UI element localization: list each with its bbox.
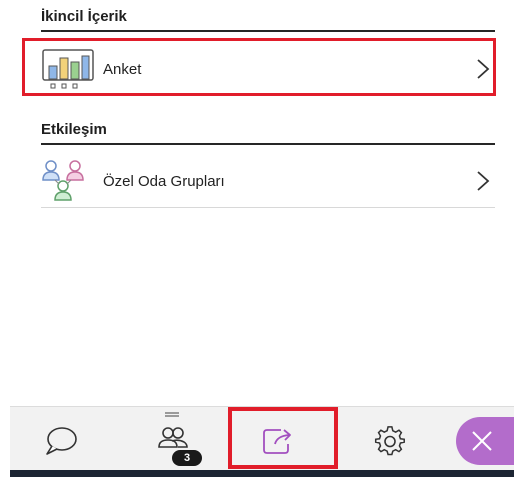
chevron-right-icon [477,171,490,191]
tab-chat[interactable] [33,418,89,464]
share-icon [263,429,291,454]
section-heading-secondary-content: İkincil İçerik [41,8,495,32]
drag-handle-icon[interactable] [165,412,179,417]
breakout-groups-label: Özel Oda Grupları [103,172,225,190]
poll-label: Anket [103,60,142,78]
tab-share-content[interactable] [250,418,306,464]
close-icon [472,431,492,451]
close-button[interactable] [456,417,514,465]
tab-settings[interactable] [362,418,418,464]
breakout-groups-item[interactable]: Özel Oda Grupları [41,155,495,208]
section-heading-interaction: Etkileşim [41,121,495,145]
gear-icon [374,426,405,456]
bottom-edge-bar [10,470,514,477]
poll-chart-icon [41,46,97,92]
breakout-groups-icon [41,158,97,204]
chevron-right-icon [477,59,490,79]
poll-item[interactable]: Anket [41,43,495,95]
attendee-count-badge: 3 [172,450,202,466]
chat-bubble-icon [46,427,77,455]
